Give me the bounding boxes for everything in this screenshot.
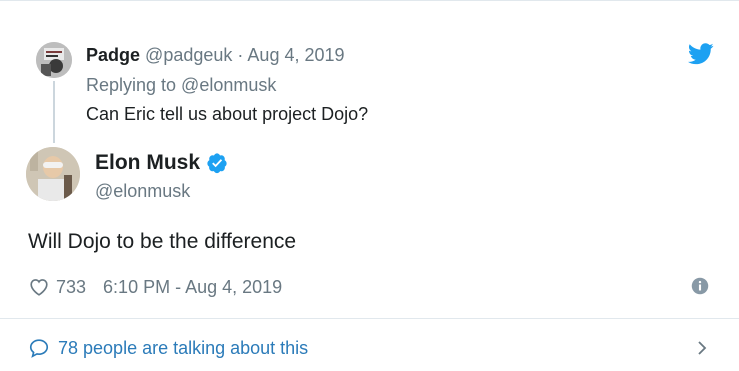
reply-tweet-text: Can Eric tell us about project Dojo? [86,104,369,124]
twitter-bird-icon[interactable] [688,43,714,65]
reply-separator: · [237,45,244,65]
reply-author-handle[interactable]: @padgeuk [145,45,232,65]
heart-icon[interactable] [28,276,50,298]
like-count[interactable]: 733 [56,275,86,299]
tweet-timestamp[interactable]: 6:10 PM - Aug 4, 2019 [103,275,282,299]
main-tweet-text: Will Dojo to be the difference [28,230,297,253]
info-icon[interactable] [691,277,709,295]
main-author-handle[interactable]: @elonmusk [95,180,190,202]
thread-connector-line [53,81,55,143]
main-author-name[interactable]: Elon Musk [95,150,200,176]
reply-date[interactable]: Aug 4, 2019 [247,45,344,65]
talking-count-text[interactable]: 78 people are talking about this [58,336,308,360]
chevron-right-icon[interactable] [695,339,709,357]
padge-avatar[interactable] [36,42,72,78]
reply-header: Padge @padgeuk · Aug 4, 2019 [86,44,345,66]
verified-badge-icon [207,153,227,174]
conversation-link[interactable]: 78 people are talking about this [28,336,308,360]
replying-to-label[interactable]: Replying to @elonmusk [86,74,276,96]
main-author-name-row: Elon Musk [95,150,228,176]
tweet-meta-row: 733 6:10 PM - Aug 4, 2019 [28,275,282,299]
speech-bubble-icon [29,339,49,358]
footer-divider [0,318,739,319]
embedded-tweet-card: Padge @padgeuk · Aug 4, 2019 Replying to… [0,0,739,371]
elon-musk-avatar[interactable] [26,147,80,201]
reply-author-name[interactable]: Padge [86,45,140,65]
